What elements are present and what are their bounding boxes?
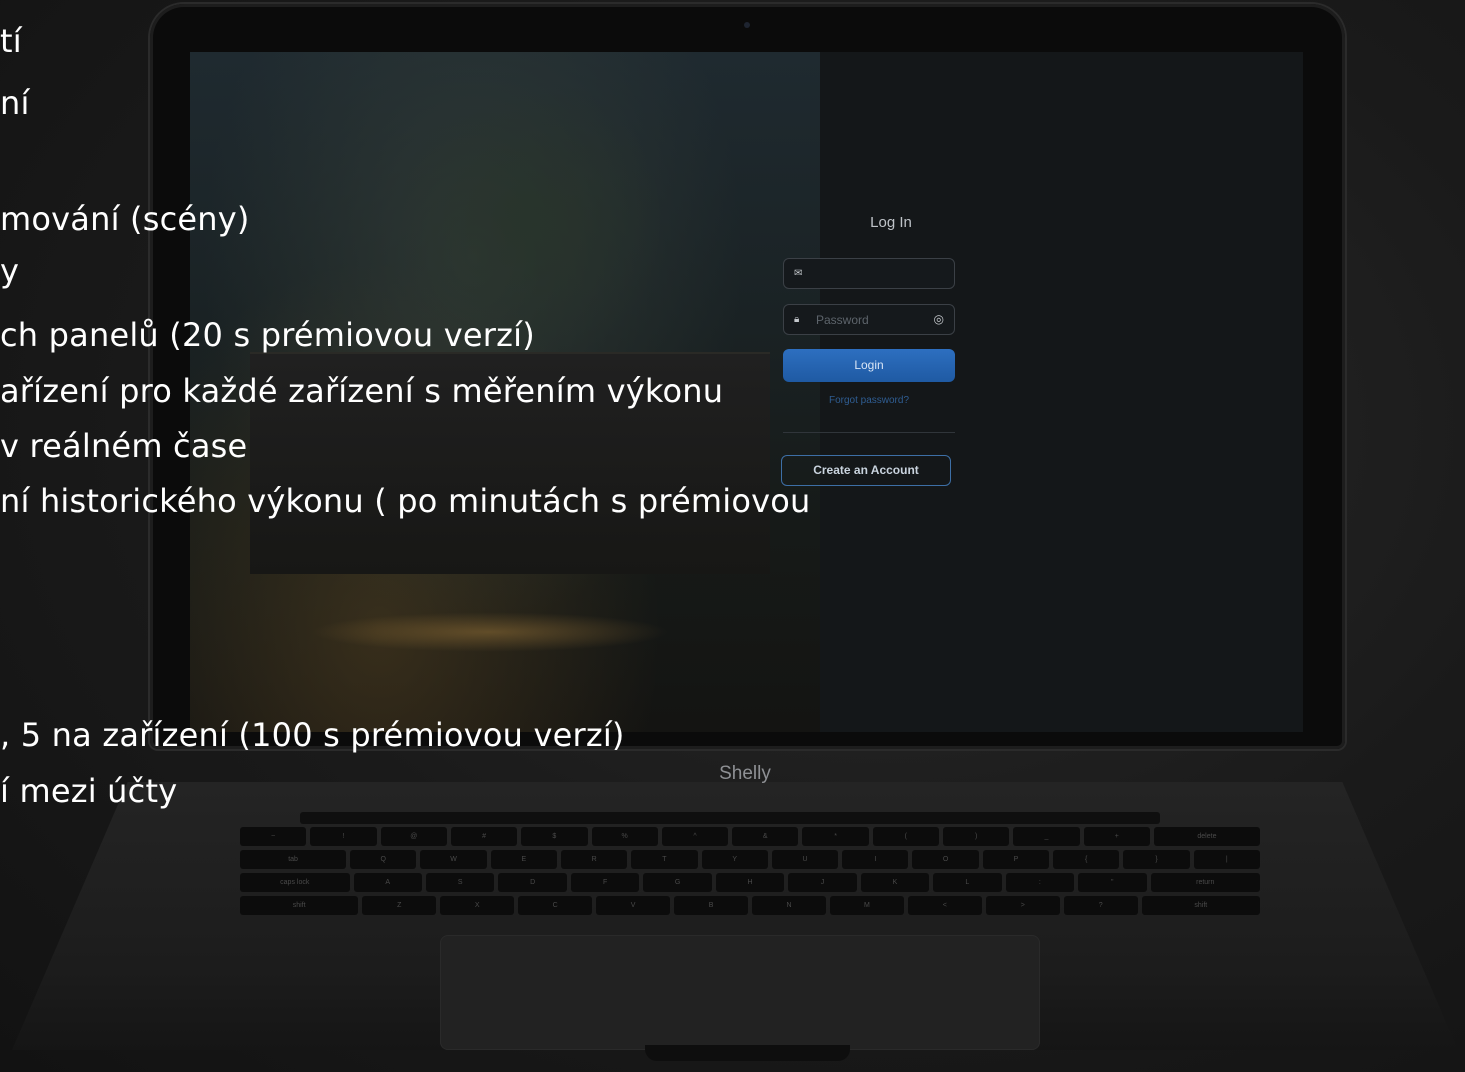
keyboard-key: tab: [240, 850, 347, 869]
keyboard-row: shift Z X C V B N M < >? shift: [240, 896, 1260, 915]
keyboard-key: U: [771, 850, 839, 869]
keyboard-key: |: [1193, 850, 1260, 869]
keyboard-key: _: [1013, 827, 1080, 846]
lid-notch: [645, 1045, 850, 1061]
keyboard-key: caps lock: [240, 873, 350, 892]
keyboard-key: S: [425, 873, 495, 892]
keyboard-key: N: [752, 896, 826, 915]
keyboard-key: #: [450, 827, 518, 846]
keyboard-key: <: [907, 896, 982, 915]
keyboard-key: {: [1053, 850, 1120, 869]
keyboard-key: R: [561, 850, 628, 869]
overlay-line: , 5 na zařízení (100 s prémiovou verzí): [0, 716, 625, 754]
keyboard-key: delete: [1153, 827, 1260, 846]
overlay-line: mování (scény): [0, 200, 250, 238]
keyboard-key: ": [1078, 873, 1147, 892]
keyboard-key: I: [842, 850, 909, 869]
camera-icon: [744, 22, 750, 28]
overlay-line: ch panelů (20 s prémiovou verzí): [0, 316, 535, 354]
keyboard-key: G: [643, 873, 712, 892]
envelope-icon: ✉: [794, 268, 803, 279]
keyboard-row: ~! @ # $% ^ & *() _ + delete: [240, 827, 1260, 846]
keyboard: ~! @ # $% ^ & *() _ + delete tab Q W E R T Y U I O P{} | cap…: [240, 827, 1261, 915]
brand-label: Shelly: [719, 763, 771, 784]
login-title: Log In: [870, 214, 912, 231]
keyboard-key: Z: [362, 896, 437, 915]
keyboard-key: W: [420, 850, 487, 869]
trackpad: [440, 935, 1040, 1050]
keyboard-key: *: [802, 827, 869, 846]
overlay-line: v reálném čase: [0, 427, 248, 465]
overlay-line: tí: [0, 22, 22, 60]
keyboard-key: $: [521, 827, 588, 846]
keyboard-key: ): [943, 827, 1010, 846]
forgot-password-link[interactable]: Forgot password?: [783, 395, 955, 406]
divider: [783, 432, 955, 433]
keyboard-key: A: [353, 873, 422, 892]
keyboard-key: %: [591, 827, 658, 846]
overlay-line: y: [0, 252, 20, 290]
keyboard-key: Y: [701, 850, 768, 869]
overlay-line: ařízení pro každé zařízení s měřením výk…: [0, 372, 724, 410]
keyboard-key: }: [1123, 850, 1190, 869]
keyboard-key: L: [933, 873, 1002, 892]
keyboard-key: F: [570, 873, 640, 892]
keyboard-key: O: [912, 850, 979, 869]
overlay-line: í mezi účty: [0, 772, 178, 810]
stage: Log In ✉ 🔒︎ Password ◎ Login Forgot pass…: [0, 0, 1465, 1072]
overlay-line: ní historického výkonu ( po minutách s p…: [0, 482, 811, 520]
keyboard-key: M: [829, 896, 904, 915]
hide-password-icon[interactable]: ◎: [934, 312, 944, 326]
password-field[interactable]: 🔒︎ Password ◎: [783, 304, 955, 335]
keyboard-key: :: [1005, 873, 1075, 892]
keyboard-key: ^: [661, 827, 729, 846]
keyboard-row: caps lock A S D F G H J K L: " return: [240, 873, 1261, 892]
keyboard-key: >: [985, 896, 1060, 915]
keyboard-key: +: [1083, 827, 1150, 846]
keyboard-key: @: [380, 827, 447, 846]
keyboard-key: X: [440, 896, 515, 915]
lock-icon: 🔒︎: [794, 314, 800, 325]
login-panel: [820, 52, 1303, 732]
password-placeholder: Password: [816, 313, 869, 327]
email-field[interactable]: ✉: [783, 258, 955, 289]
keyboard-key: V: [596, 896, 671, 915]
keyboard-row: tab Q W E R T Y U I O P{} |: [240, 850, 1260, 869]
overlay-line: ní: [0, 84, 30, 122]
keyboard-key: Q: [350, 850, 417, 869]
keyboard-key: shift: [1141, 896, 1260, 915]
keyboard-key: return: [1150, 873, 1261, 892]
keyboard-key: E: [490, 850, 557, 869]
keyboard-key: !: [310, 827, 377, 846]
keyboard-key: D: [498, 873, 567, 892]
keyboard-key: &: [732, 827, 799, 846]
keyboard-key: H: [715, 873, 785, 892]
keyboard-key: P: [982, 850, 1050, 869]
login-button[interactable]: Login: [783, 349, 955, 382]
garden-light: [310, 612, 670, 652]
keyboard-key: ?: [1063, 896, 1138, 915]
keyboard-key: B: [674, 896, 748, 915]
keyboard-key: (: [872, 827, 939, 846]
keyboard-key: shift: [240, 896, 359, 915]
keyboard-key: ~: [240, 827, 307, 846]
keyboard-key: K: [860, 873, 930, 892]
keyboard-key: J: [788, 873, 857, 892]
touch-bar: [300, 812, 1160, 824]
keyboard-key: C: [518, 896, 593, 915]
keyboard-key: T: [631, 850, 698, 869]
